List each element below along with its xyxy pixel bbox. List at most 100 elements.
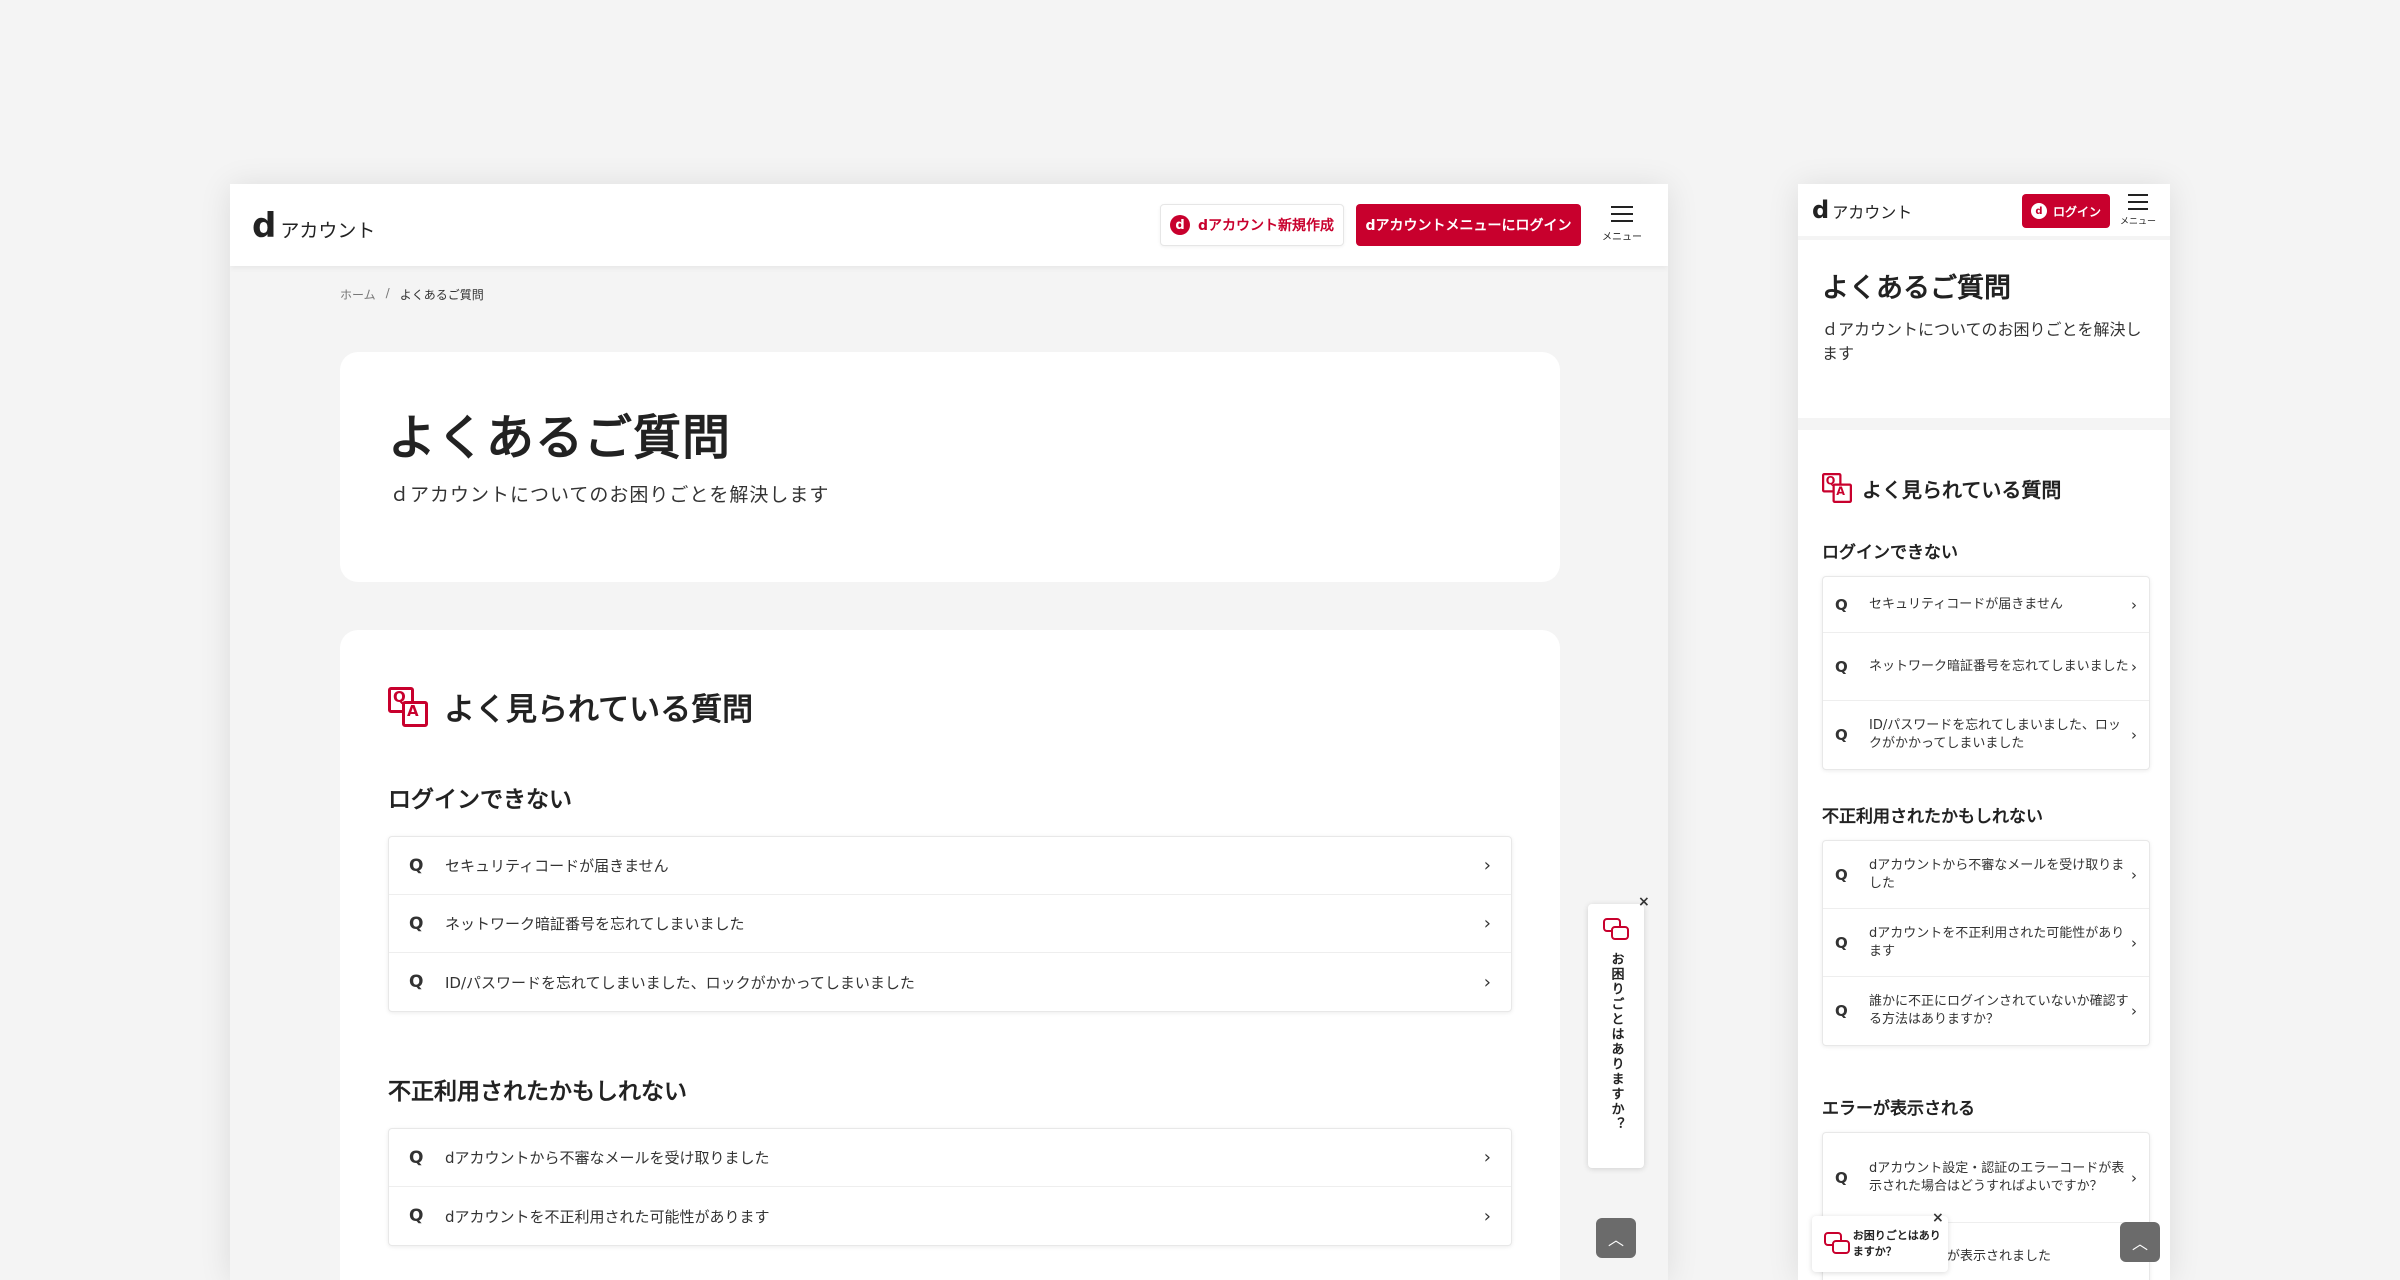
chat-icon [1603,918,1629,942]
category-title: ログインできない [1822,543,1958,563]
logo-d-mark: d [252,206,277,246]
chevron-right-icon: › [2131,726,2137,744]
chevron-right-icon: › [1483,971,1491,993]
d-account-logo[interactable]: d アカウント [252,206,375,246]
q-icon: Q [1835,595,1848,614]
chevron-right-icon: › [1483,855,1491,876]
faq-item[interactable]: Q ID/パスワードを忘れてしまいました、ロックがかかってしまいました › [389,953,1511,1011]
chevron-right-icon: › [2131,595,2137,614]
q-icon: Q [1835,865,1848,884]
page-title: よくあるご質問 [388,410,732,466]
help-side-tab[interactable]: お困りごとはありますか？ [1588,904,1644,1168]
logo-d-mark: d [1812,196,1830,224]
faq-item[interactable]: Q dアカウント設定・認証のエラーコードが表示された場合はどうすればよいですか？… [1823,1133,2149,1223]
d-mark-icon: d [1169,215,1190,235]
faq-item-text: ID/パスワードを忘れてしまいました、ロックがかかってしまいました [1869,718,2121,751]
faq-section: QA よく見られている質問 ログインできない Q セキュリティコードが届きません… [1798,430,2170,1280]
d-account-logo[interactable]: d アカウント [1812,196,1912,224]
scroll-top-button[interactable]: ︿ [1596,1218,1636,1258]
faq-heading-title: よく見られている質問 [1862,477,2062,502]
q-icon: Q [409,913,424,934]
q-icon: Q [1835,1168,1848,1187]
q-icon: Q [1835,657,1848,676]
page-subtitle: ｄアカウントについてのお困りごとを解決します [390,484,830,506]
faq-heading-title: よく見られている質問 [444,692,754,728]
close-icon[interactable]: × [1638,894,1650,910]
q-icon: Q [1835,1002,1848,1020]
chevron-right-icon: › [2131,1168,2137,1187]
title-block: よくあるご質問 ｄアカウントについてのお困りごとを解決します [1798,240,2170,418]
faq-item-text: セキュリティコードが届きません [1869,596,2063,612]
hamburger-icon [2128,194,2148,210]
desktop-view: d アカウント d dアカウント新規作成 dアカウントメニューにログイン メニュ… [230,184,1668,1280]
mobile-login-button[interactable]: d ログイン [2022,194,2110,228]
hamburger-icon [1611,206,1633,222]
chevron-right-icon: › [1483,1147,1491,1168]
close-icon[interactable]: × [1932,1210,1944,1226]
faq-item[interactable]: Q ネットワーク暗証番号を忘れてしまいました › [389,895,1511,953]
faq-item-text: ネットワーク暗証番号を忘れてしまいました [445,915,745,933]
logo-text: アカウント [280,220,376,242]
breadcrumb: ホーム / よくあるご質問 [340,286,484,303]
faq-item-text: dアカウント設定・認証のエラーコードが表示された場合はどうすればよいですか？ [1869,1160,2125,1194]
faq-item[interactable]: Q dアカウントを不正利用された可能性があります › [389,1187,1511,1245]
category-title: ログインできない [388,787,572,813]
d-mark-icon: d [2030,203,2047,219]
chat-icon [1824,1232,1850,1256]
chevron-right-icon: › [2131,657,2137,676]
help-chat-text: お困りごとはありますか？ [1852,1229,1941,1258]
q-icon: Q [409,1206,424,1226]
chevron-right-icon: › [2131,1002,2137,1020]
qa-icon: QA [1822,473,1852,503]
faq-item[interactable]: Q セキュリティコードが届きません › [1823,577,2149,633]
page-title: よくあるご質問 [1822,273,2011,304]
faq-item-text: dアカウントから不審なメールを受け取りました [1869,857,2125,891]
login-label: dアカウントメニューにログイン [1365,218,1572,234]
faq-item[interactable]: Q セキュリティコードが届きません › [389,837,1511,895]
category-title: 不正利用されたかもしれない [1822,807,2043,827]
faq-item-text: セキュリティコードが届きません [445,857,669,875]
breadcrumb-home[interactable]: ホーム [340,286,376,303]
faq-item-text: ID/パスワードを忘れてしまいました、ロックがかかってしまいました [445,973,915,992]
q-icon: Q [1835,933,1848,952]
q-icon: Q [409,972,424,992]
faq-heading: QA よく見られている質問 [388,684,753,729]
breadcrumb-current: よくあるご質問 [399,288,484,302]
faq-item[interactable]: Q dアカウントから不審なメールを受け取りました › [1823,841,2149,909]
breadcrumb-separator: / [385,286,390,300]
category-title: エラーが表示される [1822,1099,1975,1119]
scroll-top-button[interactable]: ︿ [2120,1222,2160,1262]
category-title: 不正利用されたかもしれない [388,1079,687,1105]
help-chat-button[interactable]: お困りごとはありますか？ [1812,1216,1948,1272]
chevron-right-icon: › [1483,913,1491,934]
new-account-button[interactable]: d dアカウント新規作成 [1160,204,1344,246]
faq-list: Q dアカウントから不審なメールを受け取りました › Q dアカウントを不正利用… [1822,840,2150,1046]
faq-heading: QA よく見られている質問 [1822,468,2061,508]
menu-button[interactable]: メニュー [1602,206,1642,243]
q-icon: Q [409,1147,424,1168]
q-icon: Q [409,855,424,876]
logo-text: アカウント [1832,203,1913,222]
menu-button[interactable]: メニュー [2120,194,2156,227]
faq-list: Q セキュリティコードが届きません › Q ネットワーク暗証番号を忘れてしまいま… [388,836,1512,1012]
faq-item[interactable]: Q ID/パスワードを忘れてしまいました、ロックがかかってしまいました › [1823,701,2149,769]
faq-item[interactable]: Q ネットワーク暗証番号を忘れてしまいました › [1823,633,2149,701]
help-tab-text: お困りごとはありますか？ [1608,952,1624,1132]
title-card: よくあるご質問 ｄアカウントについてのお困りごとを解決します [340,352,1560,582]
faq-item[interactable]: Q dアカウントから不審なメールを受け取りました › [389,1129,1511,1187]
chevron-right-icon: › [2131,933,2137,952]
new-account-label: dアカウント新規作成 [1197,218,1335,234]
faq-item[interactable]: Q dアカウントを不正利用された可能性があります › [1823,909,2149,977]
faq-item-text: dアカウントから不審なメールを受け取りました [445,1149,770,1167]
faq-item[interactable]: Q 誰かに不正にログインされていないか確認する方法はありますか？ › [1823,977,2149,1045]
qa-icon: QA [388,686,428,727]
login-label: ログイン [2052,204,2101,219]
login-button[interactable]: dアカウントメニューにログイン [1356,204,1581,246]
chevron-right-icon: › [2131,865,2137,884]
chevron-right-icon: › [1483,1205,1491,1227]
page-subtitle: ｄアカウントについてのお困りごとを解決します [1822,320,2142,363]
menu-label: メニュー [2120,217,2157,227]
faq-item-text: ネットワーク暗証番号を忘れてしまいました [1869,658,2129,674]
mobile-view: d アカウント d ログイン メニュー よくあるご質問 ｄアカウントについてのお… [1798,184,2170,1280]
site-header: d アカウント d dアカウント新規作成 dアカウントメニューにログイン メニュ… [230,184,1668,266]
